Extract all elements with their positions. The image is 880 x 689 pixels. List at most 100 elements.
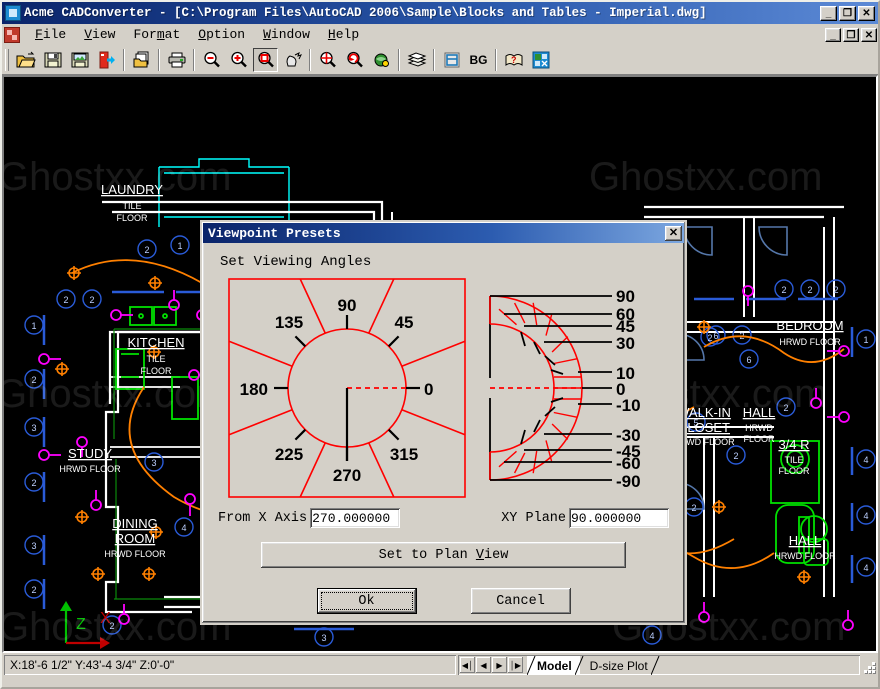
zoom-out-icon[interactable] [199,48,224,72]
pan-icon[interactable] [280,48,305,72]
menu-item-file[interactable]: File [26,25,75,44]
tab-last-button[interactable]: │▶ [508,657,523,673]
print-icon[interactable] [164,48,189,72]
drawing-canvas[interactable]: 22 222 12 32 32 [2,75,878,653]
menu-item-window[interactable]: Window [254,25,319,44]
viewpoint-icon[interactable] [369,48,394,72]
dialog-close-button[interactable]: ✕ [665,226,682,241]
layers-icon[interactable] [404,48,429,72]
zoom-previous-icon[interactable] [342,48,367,72]
svg-text:1: 1 [31,321,36,331]
svg-text:2: 2 [781,285,786,295]
svg-text:X: X [100,610,111,627]
save-as-image-icon[interactable] [67,48,92,72]
tab-next-button[interactable]: ▶ [492,657,507,673]
close-icon: ✕ [669,228,678,239]
angle-fields: From X Axis 270.000000 XY Plane 90.00000… [214,508,673,528]
svg-text:HALL: HALL [789,533,822,548]
help-icon[interactable]: ? [501,48,526,72]
close-button[interactable]: ✕ [858,6,875,21]
toolbar-separator [433,49,435,71]
dialog-title: Viewpoint Presets [208,226,665,241]
menu-item-option[interactable]: Option [189,25,254,44]
export-icon[interactable] [94,48,119,72]
menu-item-view[interactable]: View [75,25,124,44]
svg-text:3: 3 [31,541,36,551]
svg-text:2: 2 [144,245,149,255]
tab-prev-button[interactable]: ◀ [476,657,491,673]
svg-text:3/4 R: 3/4 R [778,437,809,452]
svg-text:2: 2 [31,478,36,488]
background-icon[interactable]: BG [466,48,491,72]
svg-text:ROOM: ROOM [115,531,155,546]
svg-text:?: ? [511,55,517,65]
menu-item-help[interactable]: Help [319,25,368,44]
room-label: STUDY HRWD FLOOR [59,446,121,474]
svg-text:Z: Z [76,616,86,633]
tab-model-label: Model [537,659,572,673]
maximize-button[interactable]: ❐ [839,6,856,21]
svg-text:315: 315 [390,445,418,464]
svg-text:HRWD FLOOR: HRWD FLOOR [104,549,166,559]
tab-dsize-plot-label: D-size Plot [590,659,648,673]
window-icon[interactable] [439,48,464,72]
toolbar-separator [309,49,311,71]
from-x-axis-input[interactable]: 270.000000 [310,508,400,528]
status-bar: X:18'-6 1/2" Y:43'-4 3/4" Z:0'-0" ◀│ ◀ ▶… [2,653,878,677]
svg-text:TILE: TILE [784,455,803,465]
ok-button[interactable]: Ok [317,588,417,614]
svg-text:KITCHEN: KITCHEN [127,335,184,350]
toolbar-grip[interactable] [5,49,9,71]
room-label: BEDROOM HRWD FLOOR [776,318,843,347]
svg-text:30: 30 [616,334,635,353]
xy-plane-input[interactable]: 90.000000 [569,508,669,528]
menu-item-format[interactable]: Format [124,25,189,44]
focus-ring [321,592,413,610]
background-label: BG [470,53,488,67]
from-x-axis-label: From X Axis [218,511,307,526]
child-close-button[interactable]: ✕ [861,28,877,42]
cancel-button[interactable]: Cancel [471,588,571,614]
svg-text:3: 3 [321,633,326,643]
child-minimize-button[interactable]: _ [825,28,841,42]
minimize-button[interactable]: _ [820,6,837,21]
svg-text:HRWD FLOOR: HRWD FLOOR [779,337,841,347]
tab-dsize-plot[interactable]: D-size Plot [580,656,656,675]
svg-text:3: 3 [151,458,156,468]
menu-bar: File View Format Option Window Help _ ❐ … [2,24,878,45]
svg-text:45: 45 [395,313,414,332]
layout-tabs: Model D-size Plot [527,655,656,675]
svg-text:2: 2 [707,333,712,343]
xy-plane-dial[interactable]: 90 60 45 30 10 0 -10 -30 -45 -60 -90 [482,274,657,507]
svg-text:HRWD FLOOR: HRWD FLOOR [59,464,121,474]
open-icon[interactable] [13,48,38,72]
svg-text:90: 90 [338,296,357,315]
toolbar-separator [398,49,400,71]
app-icon [5,5,21,21]
child-restore-button[interactable]: ❐ [843,28,859,42]
set-to-plan-view-button[interactable]: Set to Plan View [261,542,626,568]
zoom-window-icon[interactable] [253,48,278,72]
coordinates-display: X:18'-6 1/2" Y:43'-4 3/4" Z:0'-0" [4,655,456,675]
svg-text:TILE: TILE [122,201,141,211]
tab-first-button[interactable]: ◀│ [460,657,475,673]
dialog-actions: Ok Cancel [214,588,673,614]
compass-dial[interactable]: 0 45 90 135 180 225 270 315 [228,278,466,503]
tab-model[interactable]: Model [527,656,580,675]
dialog-subtitle: Set Viewing Angles [220,254,673,270]
svg-text:90: 90 [616,287,635,306]
mdi-child-controls: _ ❐ ✕ [825,28,878,42]
svg-text:-10: -10 [616,396,641,415]
from-x-axis-value: 270.000000 [312,511,390,526]
svg-text:FLOOR: FLOOR [140,366,172,376]
zoom-extents-icon[interactable] [315,48,340,72]
batch-convert-icon[interactable] [129,48,154,72]
document-icon[interactable] [4,27,20,43]
save-icon[interactable] [40,48,65,72]
about-icon[interactable] [528,48,553,72]
window-resize-grip[interactable] [862,656,876,674]
toolbar-separator [193,49,195,71]
svg-text:HALL: HALL [743,405,776,420]
window-title: Acme CADConverter - [C:\Program Files\Au… [24,6,820,20]
zoom-in-icon[interactable] [226,48,251,72]
